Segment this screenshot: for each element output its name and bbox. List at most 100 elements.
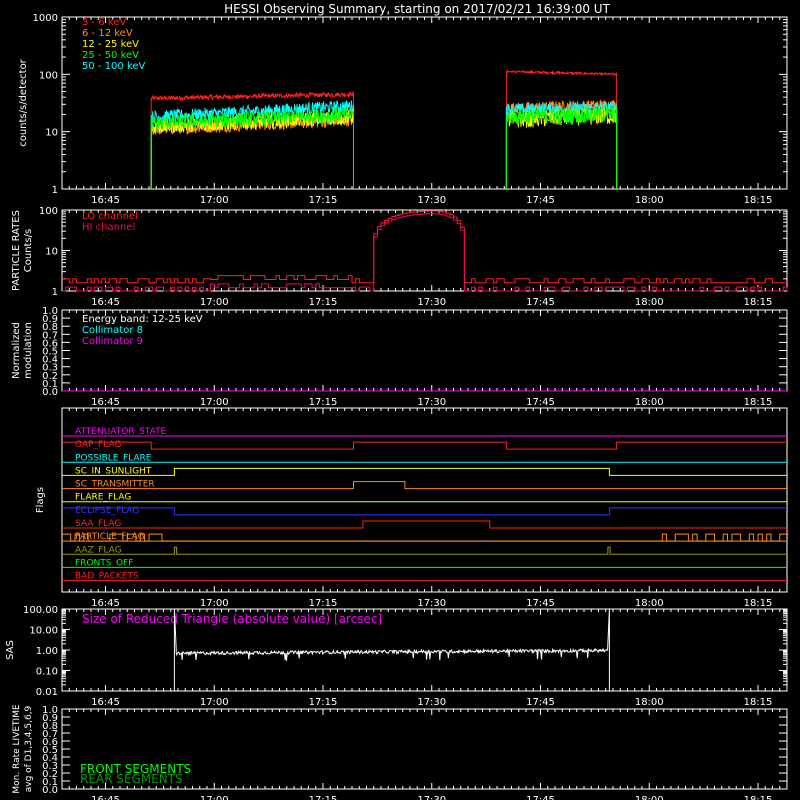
livetime-ytick-label: 1.0 bbox=[42, 705, 58, 716]
flag-label-7: SAA_FLAG bbox=[75, 519, 121, 529]
flag-label-5: FLARE_FLAG bbox=[75, 493, 131, 503]
livetime-xtick-label: 18:00 bbox=[635, 795, 664, 800]
livetime-xtick-label: 17:45 bbox=[526, 795, 555, 800]
livetime-legend-1: REAR SEGMENTS bbox=[80, 772, 183, 786]
livetime-xtick-label: 17:00 bbox=[200, 795, 229, 800]
modulation-xtick-label: 18:00 bbox=[635, 397, 664, 408]
flags-ylabel: Flags bbox=[35, 487, 46, 513]
modulation-xtick-label: 18:15 bbox=[744, 397, 773, 408]
lo-channel-line bbox=[62, 210, 787, 284]
livetime-xtick-label: 17:15 bbox=[309, 795, 338, 800]
rates-legend-1: 6 - 12 keV bbox=[82, 28, 133, 39]
modulation-xtick-label: 16:45 bbox=[91, 397, 120, 408]
chart-title: HESSI Observing Summary, starting on 201… bbox=[224, 2, 610, 16]
flag-line bbox=[62, 441, 787, 450]
rate-line bbox=[505, 106, 618, 189]
sas-xtick-label: 18:15 bbox=[744, 697, 773, 708]
sas-xtick-label: 17:00 bbox=[200, 697, 229, 708]
livetime-ylabel: Mon. Rate LIVETIME bbox=[12, 704, 22, 794]
flag-label-1: GAP_FLAG bbox=[75, 440, 121, 450]
rates-legend-2: 12 - 25 keV bbox=[82, 39, 139, 50]
flag-label-10: FRONTS_OFF bbox=[75, 558, 133, 568]
rates-xtick-label: 18:00 bbox=[635, 195, 664, 206]
rates-xtick-label: 17:15 bbox=[309, 195, 338, 206]
sas-xtick-label: 17:15 bbox=[309, 697, 338, 708]
hessi-summary-chart: 16:45 17:00 17:15 17:30 17:45 18:00 18:1511010… bbox=[5, 2, 789, 800]
rates-legend-3: 25 - 50 keV bbox=[82, 50, 139, 61]
particle-ytick-label: 100 bbox=[39, 206, 58, 217]
flag-label-3: SC_IN_SUNLIGHT bbox=[75, 466, 152, 476]
rates-ytick-label: 1000 bbox=[33, 13, 58, 24]
flag-label-9: AAZ_FLAG bbox=[75, 545, 122, 555]
sas-ylabel: SAS bbox=[5, 640, 16, 660]
particle-flag-activity bbox=[62, 533, 789, 542]
flags-xtick-label: 17:15 bbox=[309, 598, 338, 609]
particle-xtick-label: 18:00 bbox=[635, 297, 664, 308]
sas-ytick-label: 0.01 bbox=[36, 687, 58, 698]
rates-ytick-label: 100 bbox=[39, 70, 58, 81]
particle-ytick-label: 1 bbox=[52, 287, 58, 298]
flag-line bbox=[62, 467, 787, 476]
modulation-xtick-label: 17:15 bbox=[309, 397, 338, 408]
sas-xtick-label: 17:30 bbox=[417, 697, 446, 708]
modulation-xtick-label: 17:45 bbox=[526, 397, 555, 408]
rates-ylabel: counts/s/detector bbox=[18, 58, 29, 146]
rates-legend-0: 3 - 6 keV bbox=[82, 17, 126, 28]
modulation-ylabel: Normalized bbox=[11, 322, 22, 379]
flags-xtick-label: 17:30 bbox=[417, 598, 446, 609]
flags-xtick-label: 18:15 bbox=[744, 598, 773, 609]
particle-ylabel: PARTICLE RATES bbox=[11, 210, 22, 291]
rates-ytick-label: 1 bbox=[52, 185, 58, 196]
modulation-xtick-label: 17:30 bbox=[417, 397, 446, 408]
particle-legend-0: LO channel bbox=[82, 211, 138, 222]
particle-xtick-label: 16:45 bbox=[91, 297, 120, 308]
flag-label-6: ECLIPSE_FLAG bbox=[75, 506, 139, 516]
rate-line bbox=[505, 69, 618, 189]
modulation-annotation-1: Collimator 8 bbox=[82, 325, 143, 336]
sas-ytick-label: 0.10 bbox=[36, 667, 58, 678]
rates-xtick-label: 18:15 bbox=[744, 195, 773, 206]
modulation-annotation-2: Collimator 9 bbox=[82, 336, 143, 347]
sas-xtick-label: 18:00 bbox=[635, 697, 664, 708]
flags-xtick-label: 18:00 bbox=[635, 598, 664, 609]
particle-xtick-label: 17:30 bbox=[417, 297, 446, 308]
sas-ytick-label: 1.00 bbox=[36, 646, 58, 657]
livetime-xtick-label: 17:30 bbox=[417, 795, 446, 800]
flag-label-0: ATTENUATOR_STATE bbox=[75, 427, 167, 437]
flag-line bbox=[62, 520, 787, 529]
particle-xtick-label: 17:45 bbox=[526, 297, 555, 308]
particle-xtick-label: 17:15 bbox=[309, 297, 338, 308]
flag-label-4: SC_TRANSMITTER bbox=[75, 480, 155, 490]
rates-xtick-label: 16:45 bbox=[91, 195, 120, 206]
flags-xtick-label: 17:45 bbox=[526, 598, 555, 609]
flag-line bbox=[62, 481, 787, 490]
sas-ytick-label: 10.00 bbox=[29, 626, 58, 637]
sas-xtick-label: 17:45 bbox=[526, 697, 555, 708]
flag-line bbox=[62, 507, 787, 516]
modulation-xtick-label: 17:00 bbox=[200, 397, 229, 408]
rates-xtick-label: 17:30 bbox=[417, 195, 446, 206]
particle-xtick-label: 17:00 bbox=[200, 297, 229, 308]
livetime-xtick-label: 18:15 bbox=[744, 795, 773, 800]
flags-xtick-label: 16:45 bbox=[91, 598, 120, 609]
rate-line bbox=[150, 107, 354, 189]
particle-legend-1: HI channel bbox=[82, 222, 135, 233]
modulation-annotation-0: Energy band: 12-25 keV bbox=[82, 314, 203, 325]
particle-ylabel2: Counts/s bbox=[23, 229, 34, 273]
particle-xtick-label: 18:15 bbox=[744, 297, 773, 308]
sas-xtick-label: 16:45 bbox=[91, 697, 120, 708]
rates-ytick-label: 10 bbox=[45, 128, 58, 139]
flags-xtick-label: 17:00 bbox=[200, 598, 229, 609]
particle-ytick-label: 10 bbox=[45, 247, 58, 258]
flag-label-11: BAD_PACKETS bbox=[75, 572, 139, 582]
rates-legend-4: 50 - 100 keV bbox=[82, 61, 146, 72]
sas-annotation: Size of Reduced Triangle (absolute value… bbox=[82, 612, 382, 626]
rates-frame bbox=[61, 16, 788, 190]
flag-label-2: POSSIBLE_FLARE bbox=[75, 453, 152, 463]
livetime-ylabel2: avg of D1,3,4,5,6,9 bbox=[24, 705, 34, 792]
rates-xtick-label: 17:00 bbox=[200, 195, 229, 206]
sas-ytick-label: 100.00 bbox=[23, 605, 58, 616]
livetime-xtick-label: 16:45 bbox=[91, 795, 120, 800]
modulation-ytick-label: 1.0 bbox=[42, 306, 58, 317]
modulation-ylabel2: modulation bbox=[23, 322, 34, 379]
